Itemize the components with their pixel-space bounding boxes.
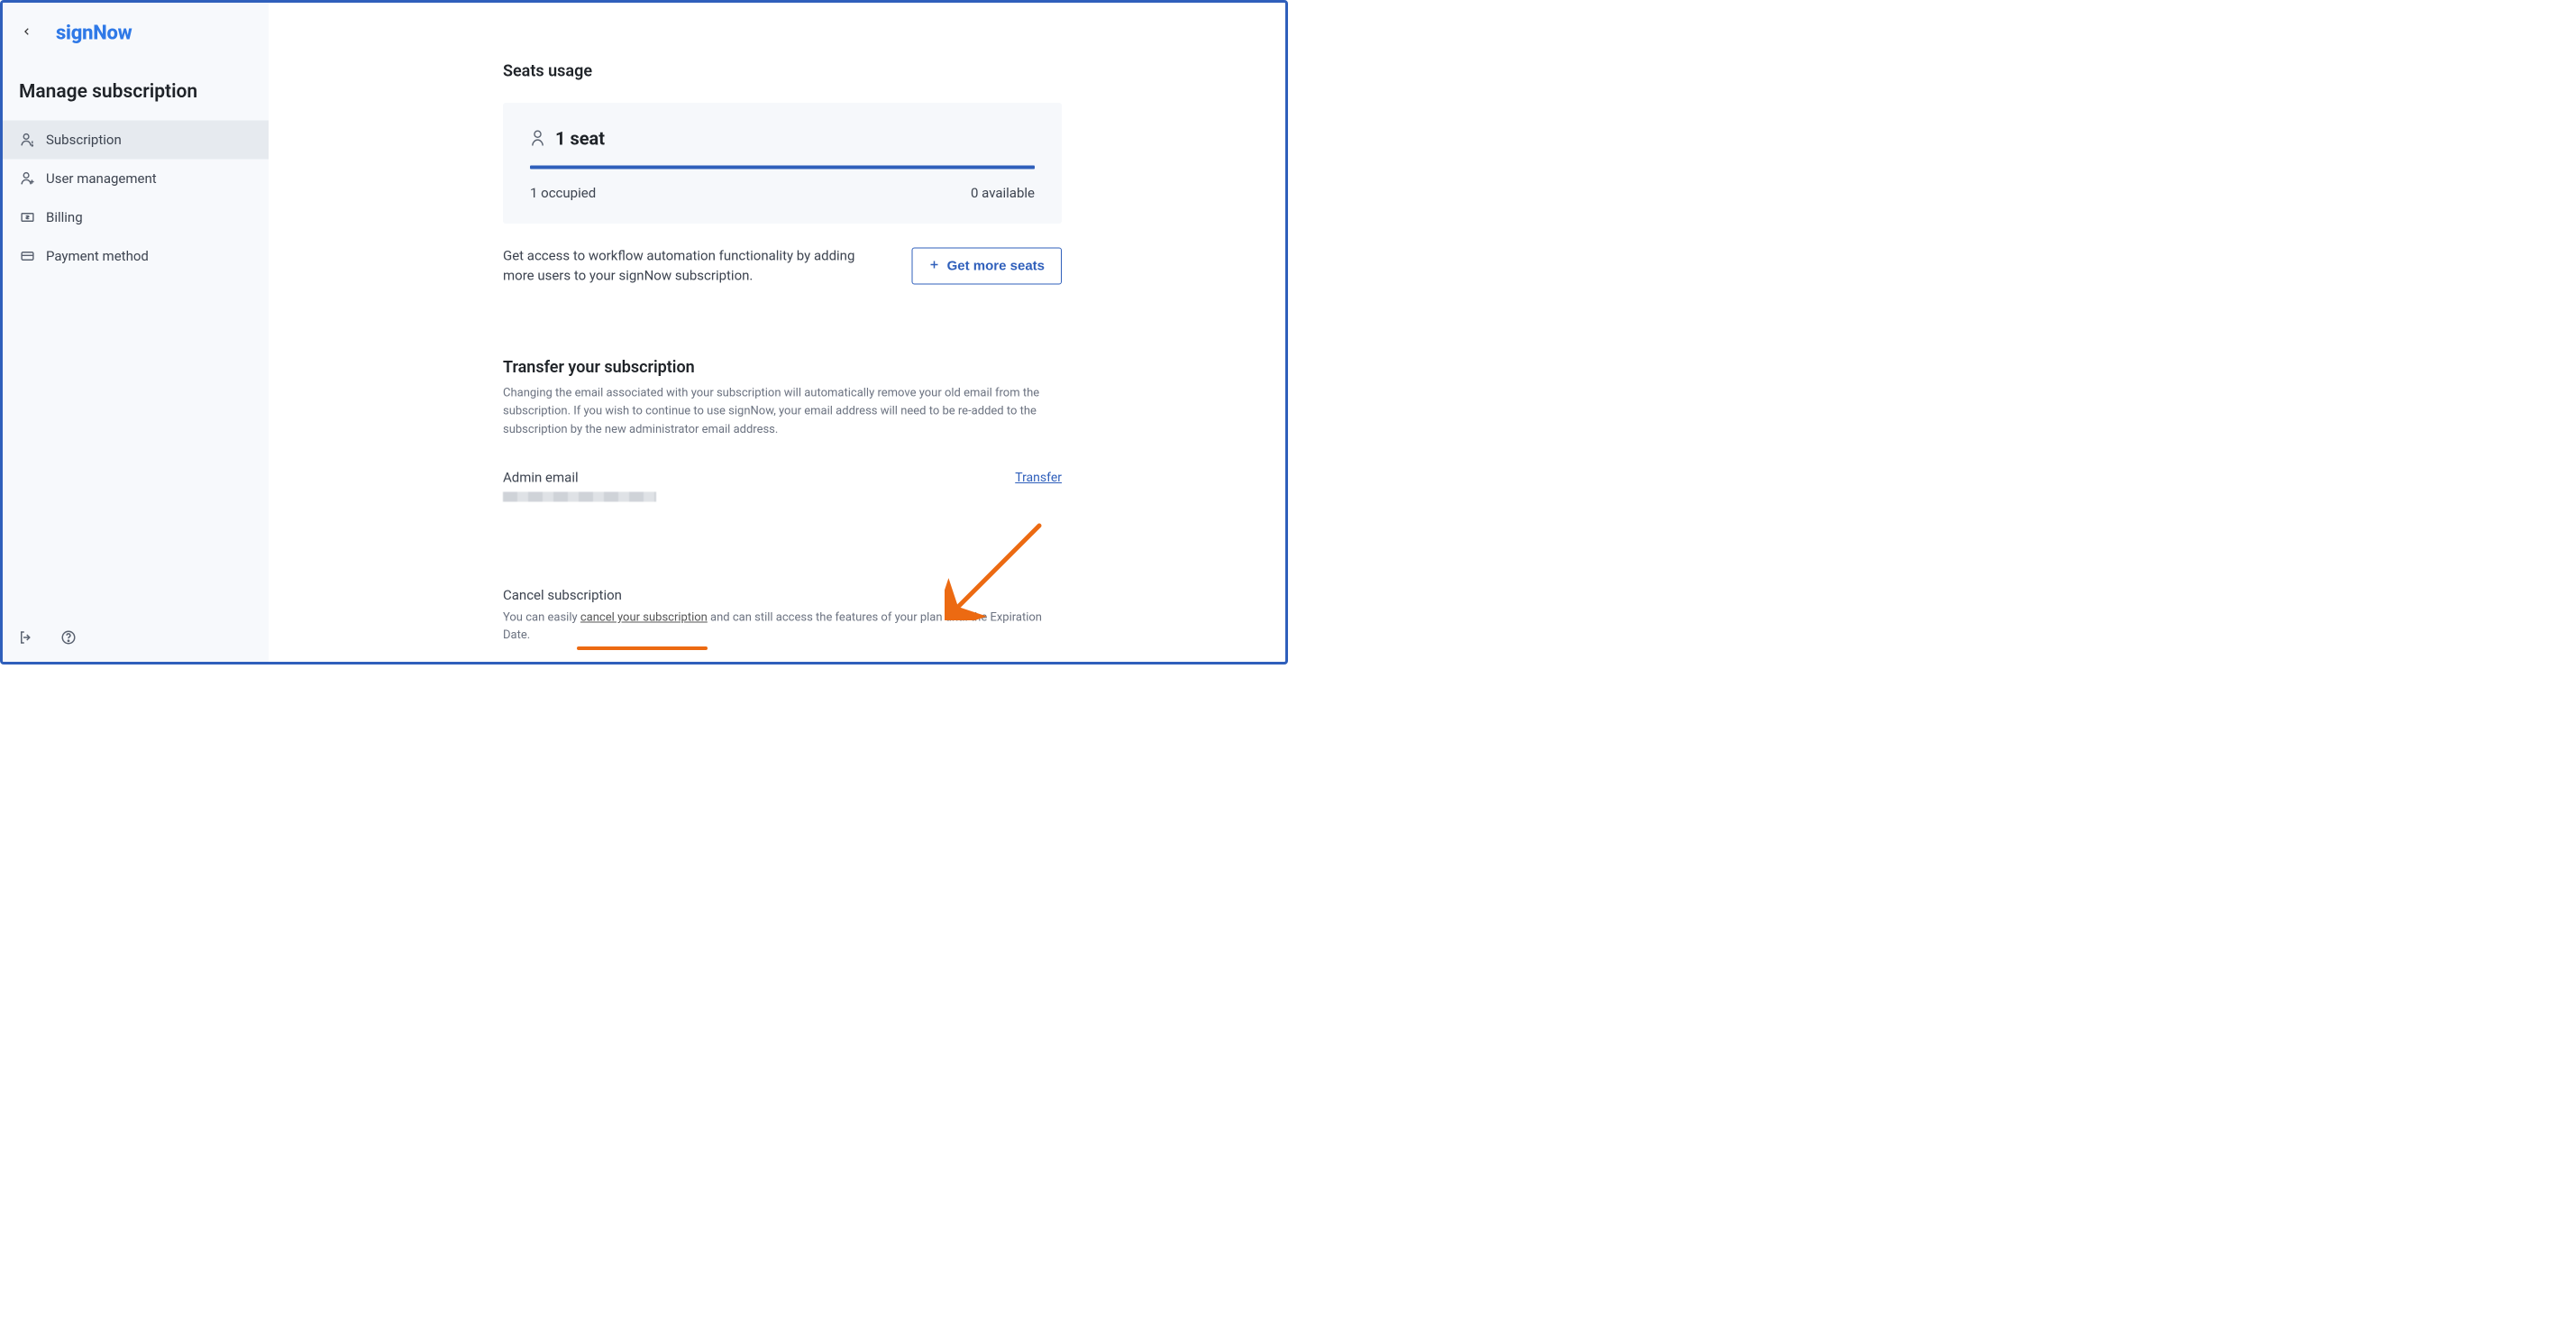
sidebar-header: signNow [3,3,269,49]
seats-header: 1 seat [530,128,1035,150]
seats-stats-row: 1 occupied 0 available [530,186,1035,202]
sidebar-item-label: Payment method [46,248,149,264]
sidebar: signNow Manage subscription Subscription… [3,3,269,662]
seats-usage-title: Seats usage [503,61,1062,80]
sidebar-item-payment-method[interactable]: Payment method [3,237,269,276]
cancel-section: Cancel subscription You can easily cance… [503,587,1062,650]
back-button[interactable] [16,22,38,43]
sidebar-item-billing[interactable]: Billing [3,198,269,237]
get-more-seats-button[interactable]: Get more seats [912,247,1062,284]
logout-button[interactable] [16,628,36,648]
sidebar-item-label: User management [46,170,157,187]
get-more-seats-label: Get more seats [947,258,1045,273]
seats-card: 1 seat 1 occupied 0 available [503,103,1062,224]
person-plus-icon [19,170,36,188]
seats-occupied: 1 occupied [530,186,596,202]
seats-available: 0 available [971,186,1035,202]
sidebar-footer [16,628,78,648]
sidebar-item-label: Subscription [46,132,122,148]
person-info-icon [19,132,36,149]
transfer-description: Changing the email associated with your … [503,384,1062,438]
person-icon [530,129,545,149]
plus-icon [929,258,940,273]
seats-cta-row: Get access to workflow automation functi… [503,246,1062,286]
cancel-text: You can easily cancel your subscription … [503,609,1062,644]
admin-email-redacted [503,491,656,501]
annotation-underline [577,646,708,650]
sidebar-nav: Subscription User management Billing Pay… [3,121,269,276]
admin-email-label: Admin email [503,470,656,486]
card-icon [19,248,36,265]
cancel-subscription-link[interactable]: cancel your subscription [580,610,708,624]
logout-icon [18,629,34,647]
cancel-title: Cancel subscription [503,587,1062,603]
admin-email-row: Admin email Transfer [503,470,1062,502]
chevron-left-icon [23,24,32,41]
sidebar-item-label: Billing [46,209,83,225]
sidebar-item-subscription[interactable]: Subscription [3,121,269,160]
admin-email-block: Admin email [503,470,656,502]
transfer-section: Transfer your subscription Changing the … [503,358,1062,502]
seats-cta-text: Get access to workflow automation functi… [503,246,885,286]
cancel-text-prefix: You can easily [503,610,580,624]
money-icon [19,209,36,226]
brand-logo: signNow [56,21,132,44]
sidebar-item-user-management[interactable]: User management [3,160,269,198]
transfer-title: Transfer your subscription [503,358,1062,377]
help-icon [60,629,77,647]
seats-progress-bar [530,166,1035,170]
seats-count: 1 seat [555,128,605,150]
app-window: signNow Manage subscription Subscription… [0,0,1288,664]
page-title: Manage subscription [3,49,269,121]
help-button[interactable] [59,628,78,648]
transfer-link[interactable]: Transfer [1015,470,1062,485]
main-content: Seats usage 1 seat 1 occupied 0 availabl… [269,3,1285,662]
